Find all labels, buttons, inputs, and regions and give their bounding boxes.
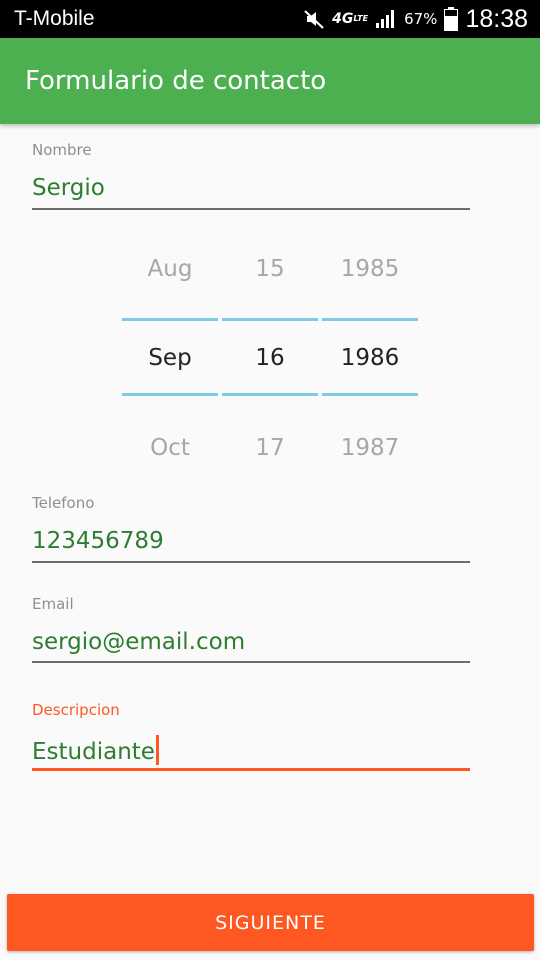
status-icons: 4G LTE 67% 18:38 — [303, 0, 528, 38]
telefono-label: Telefono — [32, 494, 95, 512]
carrier-name: T-Mobile — [14, 7, 95, 30]
email-label: Email — [32, 595, 74, 613]
year-prev[interactable]: 1985 — [322, 256, 418, 282]
day-divider-bottom — [222, 393, 318, 396]
day-selected[interactable]: 16 — [222, 345, 318, 371]
year-picker[interactable]: 1985 1986 1987 — [322, 240, 418, 470]
year-divider-top — [322, 318, 418, 321]
month-divider-top — [122, 318, 218, 321]
app-title: Formulario de contacto — [25, 66, 327, 96]
descripcion-label: Descripcion — [32, 701, 120, 719]
battery-percent: 67% — [404, 10, 438, 28]
nombre-underline — [32, 208, 470, 210]
battery-icon — [444, 7, 459, 31]
siguiente-button[interactable]: SIGUIENTE — [7, 894, 534, 951]
screen: T-Mobile 4G LTE 67% 18:38 Formulario de … — [0, 0, 540, 960]
day-prev[interactable]: 15 — [222, 256, 318, 282]
nombre-label: Nombre — [32, 141, 92, 159]
month-prev[interactable]: Aug — [122, 256, 218, 282]
day-divider-top — [222, 318, 318, 321]
day-picker[interactable]: 15 16 17 — [222, 240, 318, 470]
descripcion-underline — [32, 768, 470, 771]
app-bar: Formulario de contacto — [0, 38, 540, 124]
clock: 18:38 — [465, 5, 528, 33]
day-next[interactable]: 17 — [222, 435, 318, 461]
text-cursor — [155, 735, 159, 765]
month-divider-bottom — [122, 393, 218, 396]
network-type: 4G LTE — [332, 12, 368, 26]
signal-icon — [375, 9, 397, 29]
mute-icon — [303, 8, 325, 30]
year-next[interactable]: 1987 — [322, 435, 418, 461]
month-selected[interactable]: Sep — [122, 345, 218, 371]
email-input[interactable]: sergio@email.com — [32, 629, 245, 655]
status-bar: T-Mobile 4G LTE 67% 18:38 — [0, 0, 540, 38]
descripcion-value: Estudiante — [32, 739, 155, 765]
network-label: 4G — [332, 11, 354, 27]
email-underline — [32, 661, 470, 663]
year-divider-bottom — [322, 393, 418, 396]
network-sub-label: LTE — [353, 14, 369, 23]
year-selected[interactable]: 1986 — [322, 345, 418, 371]
month-next[interactable]: Oct — [122, 435, 218, 461]
descripcion-input[interactable]: Estudiante — [32, 735, 159, 765]
month-picker[interactable]: Aug Sep Oct — [122, 240, 218, 470]
telefono-underline — [32, 561, 470, 563]
nombre-input[interactable]: Sergio — [32, 175, 105, 201]
telefono-input[interactable]: 123456789 — [32, 528, 164, 554]
